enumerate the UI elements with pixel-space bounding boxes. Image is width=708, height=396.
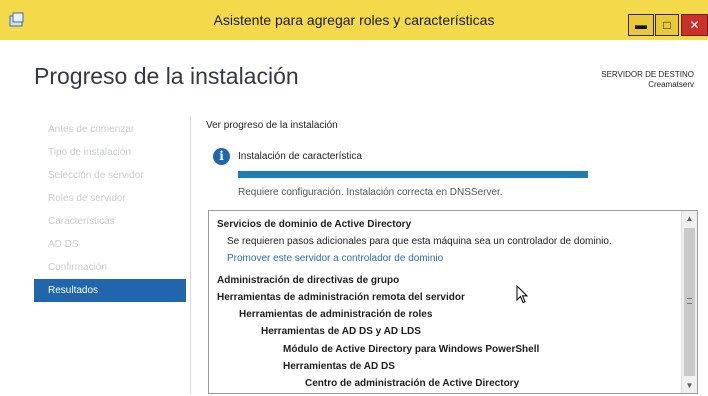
installation-progress-bar [238, 171, 588, 178]
results-scrollbar[interactable]: ▲ ▼ [681, 211, 697, 393]
maximize-button[interactable]: □ [655, 14, 679, 36]
close-icon: ✕ [689, 18, 700, 32]
result-ad-ds-heading: Servicios de dominio de Active Directory [217, 219, 412, 230]
progress-heading: Ver progreso de la instalación [206, 120, 338, 131]
result-ad-powershell: Módulo de Active Directory para Windows … [283, 344, 540, 355]
promote-dc-link[interactable]: Promover este servidor a controlador de … [227, 253, 443, 264]
result-rsat-heading: Herramientas de administración remota de… [217, 292, 465, 303]
result-role-tools: Herramientas de administración de roles [239, 309, 433, 320]
nav-item-ad-ds[interactable]: AD DS [34, 233, 186, 256]
scroll-up-icon[interactable]: ▲ [682, 211, 697, 226]
title-bar: Asistente para agregar roles y caracterí… [0, 0, 708, 40]
nav-item-roles-de-servidor[interactable]: Roles de servidor [34, 187, 186, 210]
maximize-icon: □ [663, 18, 671, 32]
destination-server: Creamatserv [648, 80, 694, 89]
nav-item-antes-de-comenzar[interactable]: Antes de comenzar [34, 118, 186, 141]
destination-server-info: SERVIDOR DE DESTINO Creamatserv [601, 70, 694, 90]
install-result-text: Requiere configuración. Instalación corr… [238, 187, 503, 198]
nav-item-resultados[interactable]: Resultados [34, 279, 186, 302]
nav-item-seleccion-de-servidor[interactable]: Selección de servidor [34, 164, 186, 187]
mouse-cursor-icon [516, 285, 529, 304]
nav-item-tipo-de-instalacion[interactable]: Tipo de instalación [34, 141, 186, 164]
scroll-thumb[interactable] [684, 228, 695, 376]
results-list-box[interactable]: Servicios de dominio de Active Directory… [208, 210, 698, 394]
result-adds-adlds-tools: Herramientas de AD DS y AD LDS [261, 326, 421, 337]
progress-fill [238, 171, 588, 178]
nav-divider [190, 116, 191, 394]
result-ad-admin-center: Centro de administración de Active Direc… [305, 378, 520, 389]
grip-icon [687, 298, 692, 304]
info-icon: i [213, 148, 230, 165]
close-button[interactable]: ✕ [681, 14, 708, 36]
result-ad-ds-tools: Herramientas de AD DS [283, 361, 395, 372]
minimize-button[interactable]: ▬ [628, 14, 654, 36]
destination-label: SERVIDOR DE DESTINO [601, 70, 694, 79]
page-title: Progreso de la instalación [34, 63, 299, 89]
nav-item-confirmacion[interactable]: Confirmación [34, 256, 186, 279]
nav-item-caracteristicas[interactable]: Características [34, 210, 186, 233]
install-status-label: Instalación de característica [238, 151, 362, 162]
result-ad-ds-note: Se requieren pasos adicionales para que … [227, 236, 612, 247]
wizard-nav: Antes de comenzar Tipo de instalación Se… [34, 118, 186, 302]
minimize-icon: ▬ [635, 18, 647, 32]
scroll-down-icon[interactable]: ▼ [682, 378, 697, 393]
window-title: Asistente para agregar roles y caracterí… [213, 12, 495, 28]
result-gpm-heading: Administración de directivas de grupo [217, 275, 400, 286]
